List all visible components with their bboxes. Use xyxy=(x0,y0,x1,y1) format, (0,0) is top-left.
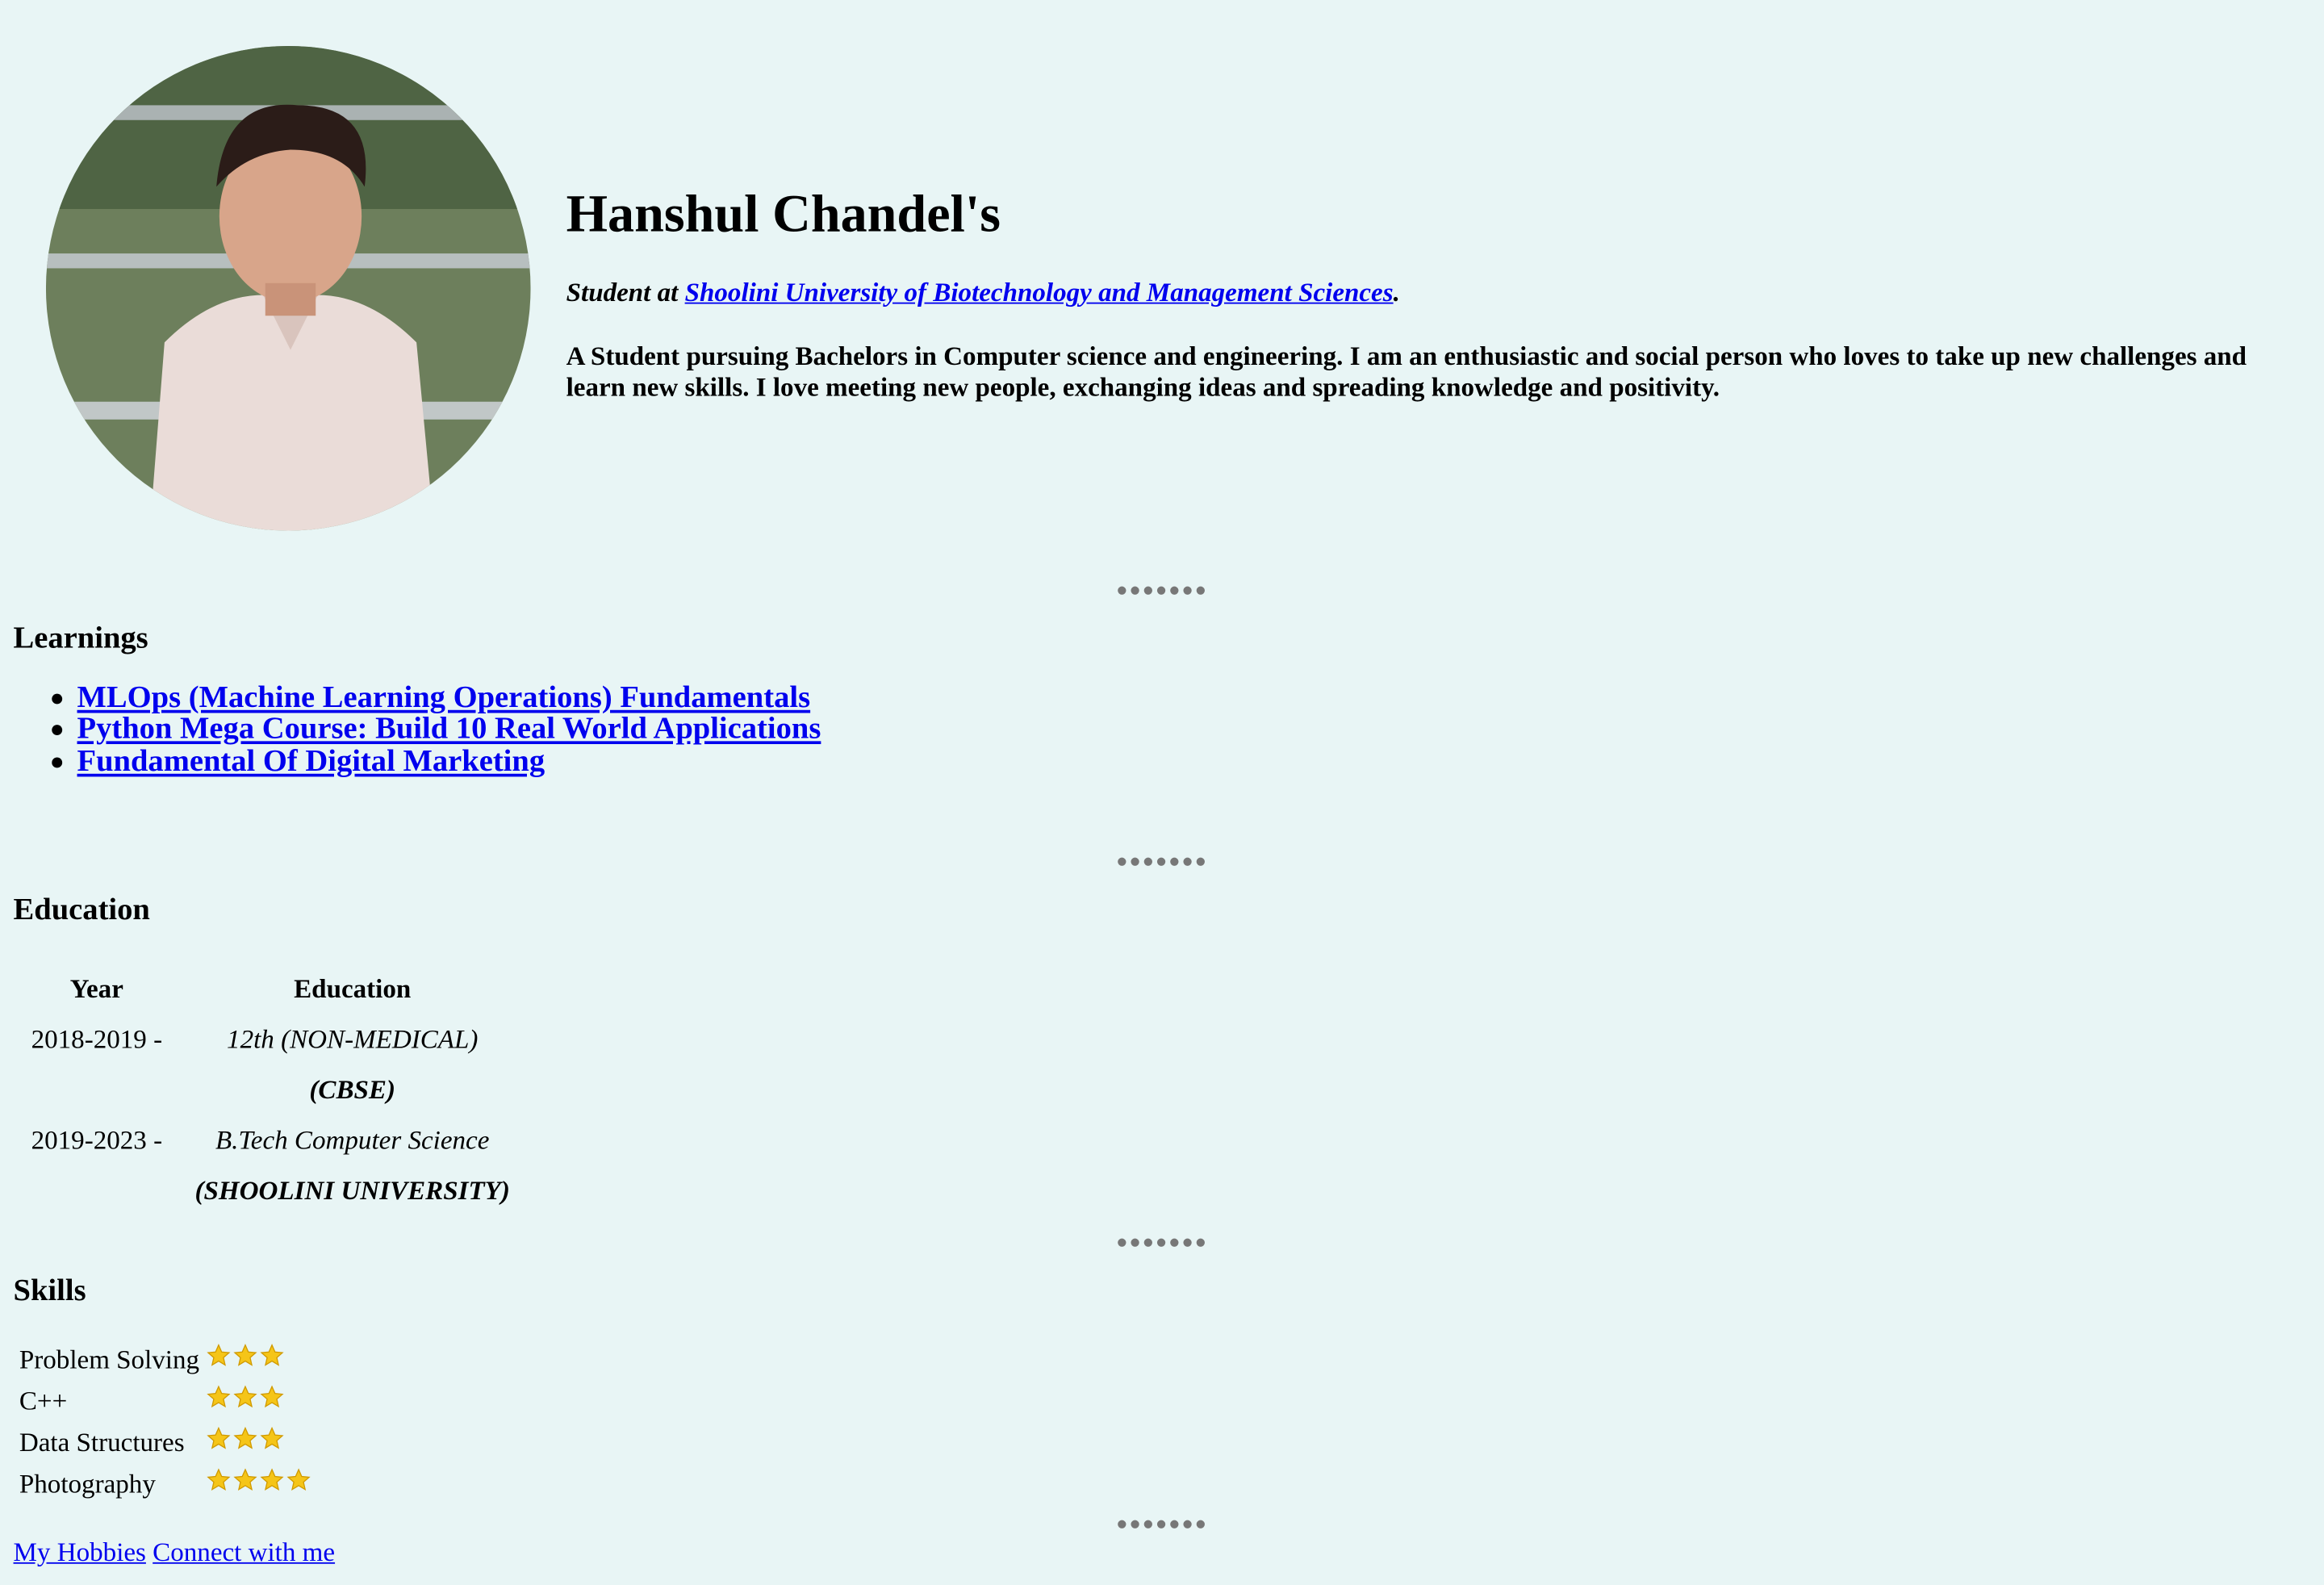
star-rating xyxy=(205,1467,310,1492)
divider: ●●●●●●● xyxy=(1116,1230,1208,1253)
skill-name: Photography xyxy=(19,1468,156,1498)
star-rating xyxy=(205,1384,283,1409)
table-row: (CBSE) xyxy=(16,1064,525,1115)
divider: ●●●●●●● xyxy=(1116,849,1208,872)
skills-title: Skills xyxy=(13,1271,86,1307)
connect-link[interactable]: Connect with me xyxy=(153,1537,335,1567)
list-item: MLOps (Machine Learning Operations) Fund… xyxy=(52,679,821,714)
skill-name: Problem Solving xyxy=(19,1343,200,1374)
learning-link-marketing[interactable]: Fundamental Of Digital Marketing xyxy=(77,742,545,777)
learnings-title: Learnings xyxy=(13,619,148,655)
year-cell: 2018-2019 - xyxy=(31,1023,163,1053)
hobbies-link[interactable]: My Hobbies xyxy=(14,1537,146,1567)
list-item: Fundamental Of Digital Marketing xyxy=(52,742,821,777)
skill-name: C++ xyxy=(19,1385,68,1416)
skill-rating xyxy=(204,1421,312,1462)
star-icon xyxy=(232,1426,257,1449)
table-row: (SHOOLINI UNIVERSITY) xyxy=(16,1165,525,1215)
page-title: Hanshul Chandel's xyxy=(566,183,1001,244)
footer-nav: My Hobbies Connect with me xyxy=(14,1537,336,1569)
learnings-list: MLOps (Machine Learning Operations) Fund… xyxy=(52,679,821,777)
table-row: Data Structures xyxy=(18,1421,312,1462)
table-row: C++ xyxy=(18,1380,312,1421)
board-cell: (CBSE) xyxy=(309,1073,395,1104)
board-cell: (SHOOLINI UNIVERSITY) xyxy=(194,1174,510,1205)
table-header-row: Year Education xyxy=(16,964,525,1014)
star-icon xyxy=(206,1468,230,1491)
empty-cell xyxy=(16,1165,177,1215)
learning-link-mlops[interactable]: MLOps (Machine Learning Operations) Fund… xyxy=(77,679,811,714)
star-icon xyxy=(259,1385,283,1408)
star-icon xyxy=(206,1426,230,1449)
table-row: Photography xyxy=(18,1463,312,1504)
star-rating xyxy=(205,1343,283,1368)
star-icon xyxy=(232,1468,257,1491)
table-row: 2019-2023 - B.Tech Computer Science xyxy=(16,1115,525,1165)
star-rating xyxy=(205,1426,283,1451)
skill-name: Data Structures xyxy=(19,1426,185,1457)
table-row: 2018-2019 - 12th (NON-MEDICAL) xyxy=(16,1014,525,1064)
role-suffix: . xyxy=(1393,277,1400,307)
list-item: Python Mega Course: Build 10 Real World … xyxy=(52,710,821,746)
profile-photo xyxy=(45,45,531,531)
table-row: Problem Solving xyxy=(18,1339,312,1380)
star-icon xyxy=(259,1468,283,1491)
education-table: Year Education 2018-2019 - 12th (NON-MED… xyxy=(14,964,528,1215)
star-icon xyxy=(232,1344,257,1366)
star-icon xyxy=(232,1385,257,1408)
role-line: Student at Shoolini University of Biotec… xyxy=(566,277,2286,308)
course-cell: 12th (NON-MEDICAL) xyxy=(227,1023,479,1053)
skill-rating xyxy=(204,1463,312,1504)
column-header-education: Education xyxy=(294,972,412,1003)
star-icon xyxy=(206,1385,230,1408)
page: Hanshul Chandel's Student at Shoolini Un… xyxy=(0,0,2324,1584)
skill-rating xyxy=(204,1380,312,1421)
role-prefix: Student at xyxy=(566,277,679,307)
empty-cell xyxy=(16,1064,177,1115)
star-icon xyxy=(259,1426,283,1449)
avatar xyxy=(45,45,531,531)
year-cell: 2019-2023 - xyxy=(31,1124,163,1154)
university-link[interactable]: Shoolini University of Biotechnology and… xyxy=(685,277,1394,307)
bio: A Student pursuing Bachelors in Computer… xyxy=(566,341,2247,402)
divider: ●●●●●●● xyxy=(1116,1512,1208,1534)
education-title: Education xyxy=(13,890,150,926)
course-cell: B.Tech Computer Science xyxy=(215,1124,490,1154)
divider: ●●●●●●● xyxy=(1116,578,1208,600)
star-icon xyxy=(286,1468,310,1491)
skill-rating xyxy=(204,1339,312,1380)
star-icon xyxy=(206,1344,230,1366)
column-header-year: Year xyxy=(69,972,123,1003)
star-icon xyxy=(259,1344,283,1366)
skills-table: Problem Solving C++ Data Structures Phot… xyxy=(15,1339,315,1505)
intro: Hanshul Chandel's Student at Shoolini Un… xyxy=(566,182,2286,404)
learning-link-python[interactable]: Python Mega Course: Build 10 Real World … xyxy=(77,710,821,746)
